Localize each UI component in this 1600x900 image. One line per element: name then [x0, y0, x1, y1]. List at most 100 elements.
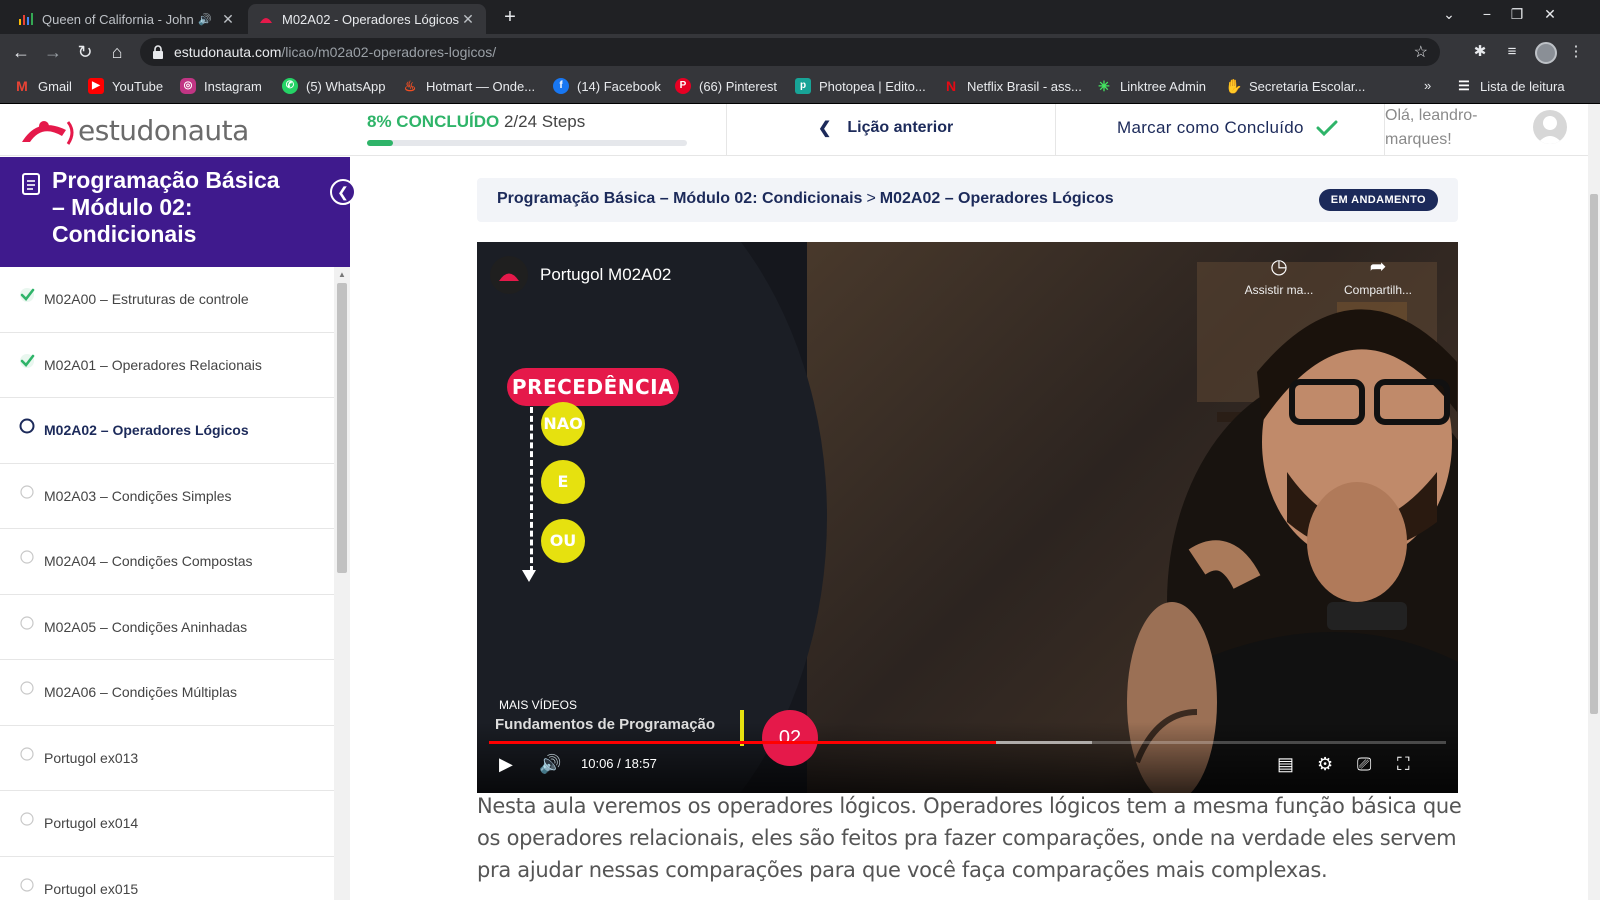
- mark-complete-label: Marcar como Concluído: [1117, 118, 1304, 137]
- lesson-item[interactable]: M02A05 – Condições Aninhadas: [0, 595, 334, 660]
- browser-tab-queen-of-california[interactable]: Queen of California - John 🔊 ✕: [8, 4, 246, 34]
- profile-avatar[interactable]: [1535, 42, 1557, 64]
- lesson-label: M02A02 – Operadores Lógicos: [44, 422, 249, 439]
- tab-search-icon[interactable]: ⌄: [1437, 6, 1461, 23]
- settings-gear-icon[interactable]: ⚙: [1317, 752, 1333, 776]
- bookmark-secretaria[interactable]: ✋ Secretaria Escolar...: [1225, 78, 1365, 94]
- collapse-sidebar-button[interactable]: ❮: [330, 179, 356, 205]
- bookmark-photopea[interactable]: p Photopea | Edito...: [795, 78, 926, 94]
- bookmark-facebook[interactable]: f (14) Facebook: [553, 78, 661, 94]
- completed-check-icon: [20, 288, 35, 302]
- more-bookmarks-icon[interactable]: »: [1424, 78, 1431, 93]
- address-bar[interactable]: estudonauta.com/licao/m02a02-operadores-…: [140, 38, 1440, 66]
- watch-later-button[interactable]: ◷ Assistir ma...: [1234, 254, 1324, 297]
- bookmark-netflix[interactable]: N Netflix Brasil - ass...: [943, 78, 1082, 94]
- precedence-label: PRECEDÊNCIA: [507, 368, 679, 406]
- reading-list-button[interactable]: ☰ Lista de leitura: [1456, 78, 1565, 94]
- facebook-icon: f: [553, 78, 569, 94]
- volume-icon[interactable]: 🔊: [539, 752, 561, 776]
- breadcrumb-course-link[interactable]: Programação Básica – Módulo 02: Condicio…: [497, 190, 862, 207]
- minimize-window-icon[interactable]: −: [1475, 6, 1499, 22]
- forward-arrow-icon[interactable]: →: [42, 41, 64, 63]
- presenter-scene: [1127, 262, 1458, 793]
- bookmark-star-icon[interactable]: ☆: [1414, 42, 1428, 62]
- audio-bars-icon: [18, 11, 34, 27]
- browser-tab-operadores-logicos[interactable]: M02A02 - Operadores Lógicos ✕: [248, 4, 486, 34]
- lesson-item[interactable]: M02A04 – Condições Compostas: [0, 529, 334, 595]
- video-progress-bar[interactable]: [489, 741, 1446, 744]
- chevron-left-icon: ❮: [337, 184, 349, 200]
- bookmark-label: Secretaria Escolar...: [1249, 78, 1366, 94]
- lesson-item[interactable]: Portugol ex014: [0, 791, 334, 857]
- bookmark-linktree[interactable]: ✳ Linktree Admin: [1096, 78, 1206, 94]
- bookmark-label: Gmail: [38, 78, 72, 94]
- subtitles-icon[interactable]: ▤: [1277, 752, 1294, 776]
- maximize-window-icon[interactable]: ❐: [1505, 6, 1529, 23]
- media-control-icon[interactable]: ≡: [1502, 42, 1522, 62]
- lesson-description: Nesta aula veremos os operadores lógicos…: [477, 794, 1462, 882]
- chevron-left-icon: ❮: [818, 120, 832, 137]
- lesson-item[interactable]: M02A03 – Condições Simples: [0, 464, 334, 529]
- breadcrumb-bar: Programação Básica – Módulo 02: Condicio…: [477, 178, 1458, 222]
- bookmark-gmail[interactable]: M Gmail: [14, 78, 72, 94]
- more-videos-label[interactable]: MAIS VÍDEOS: [499, 698, 577, 712]
- share-button[interactable]: ➦ Compartilh...: [1333, 254, 1423, 297]
- bookmark-youtube[interactable]: ▶ YouTube: [88, 78, 163, 94]
- lesson-item[interactable]: Portugol ex015: [0, 857, 334, 900]
- video-title[interactable]: Portugol M02A02: [540, 265, 671, 285]
- speaker-icon[interactable]: 🔊: [198, 13, 212, 26]
- close-tab-icon[interactable]: ✕: [460, 11, 476, 28]
- close-window-icon[interactable]: ✕: [1538, 6, 1562, 23]
- operator-ou: OU: [541, 519, 585, 563]
- mark-complete-button[interactable]: Marcar como Concluído: [1117, 118, 1338, 138]
- play-icon[interactable]: ▶: [499, 752, 513, 776]
- secretaria-icon: ✋: [1225, 78, 1243, 94]
- breadcrumb-lesson-link[interactable]: M02A02 – Operadores Lógicos: [880, 190, 1114, 207]
- back-arrow-icon[interactable]: ←: [10, 41, 32, 63]
- bookmark-hotmart[interactable]: ♨ Hotmart — Onde...: [402, 78, 535, 94]
- home-icon[interactable]: ⌂: [106, 41, 128, 63]
- bookmark-instagram[interactable]: ◎ Instagram: [180, 78, 262, 94]
- progress-percent: 8% CONCLUÍDO: [367, 112, 500, 131]
- new-tab-button[interactable]: +: [498, 6, 522, 30]
- incomplete-circle-icon: [20, 746, 34, 761]
- logo-text: estudonauta: [78, 113, 249, 147]
- sidebar-scrollbar[interactable]: ▲: [334, 267, 350, 900]
- extensions-puzzle-icon[interactable]: ✱: [1470, 42, 1490, 62]
- channel-avatar[interactable]: [490, 256, 528, 294]
- site-logo[interactable]: estudonauta: [18, 112, 249, 148]
- bookmark-pinterest[interactable]: P (66) Pinterest: [675, 78, 777, 94]
- close-tab-icon[interactable]: ✕: [220, 11, 236, 28]
- lesson-item[interactable]: M02A06 – Condições Múltiplas: [0, 660, 334, 726]
- previous-lesson-button[interactable]: ❮ Lição anterior: [818, 118, 953, 138]
- sidebar-scrollbar-thumb[interactable]: [337, 283, 347, 573]
- bookmark-label: (14) Facebook: [577, 78, 661, 94]
- incomplete-circle-icon: [20, 615, 34, 630]
- bookmark-label: Linktree Admin: [1120, 78, 1206, 94]
- url-path: /licao/m02a02-operadores-logicos/: [281, 44, 497, 60]
- cast-icon[interactable]: ⎚: [1357, 752, 1371, 776]
- lesson-item[interactable]: M02A00 – Estruturas de controle: [0, 267, 334, 333]
- lesson-label: M02A03 – Condições Simples: [44, 487, 232, 504]
- page-scrollbar[interactable]: [1588, 104, 1600, 900]
- video-player[interactable]: PRECEDÊNCIA NAO E OU Portugol M02A02 ◷ A…: [477, 242, 1458, 793]
- bookmark-label: Instagram: [204, 78, 262, 94]
- video-background-scene: [777, 242, 1458, 793]
- whatsapp-icon: ✆: [282, 78, 298, 94]
- status-badge: EM ANDAMENTO: [1318, 189, 1438, 211]
- operator-nao: NAO: [541, 402, 585, 446]
- lesson-item[interactable]: M02A01 – Operadores Relacionais: [0, 333, 334, 398]
- fullscreen-icon[interactable]: ⛶: [1397, 752, 1410, 776]
- reload-icon[interactable]: ↻: [74, 41, 96, 63]
- browser-menu-icon[interactable]: ⋮: [1566, 42, 1586, 62]
- page-scrollbar-thumb[interactable]: [1590, 194, 1598, 714]
- bookmark-whatsapp[interactable]: ✆ (5) WhatsApp: [282, 78, 385, 94]
- reading-list-label: Lista de leitura: [1480, 78, 1565, 94]
- netflix-icon: N: [945, 78, 957, 94]
- lesson-item[interactable]: Portugol ex013: [0, 726, 334, 791]
- user-avatar[interactable]: [1533, 110, 1567, 144]
- course-title: Programação Básica – Módulo 02: Condicio…: [52, 167, 280, 247]
- scroll-up-arrow-icon[interactable]: ▲: [338, 270, 346, 279]
- lesson-item[interactable]: M02A02 – Operadores Lógicos: [0, 398, 334, 464]
- course-header: Programação Básica – Módulo 02: Condicio…: [0, 157, 356, 267]
